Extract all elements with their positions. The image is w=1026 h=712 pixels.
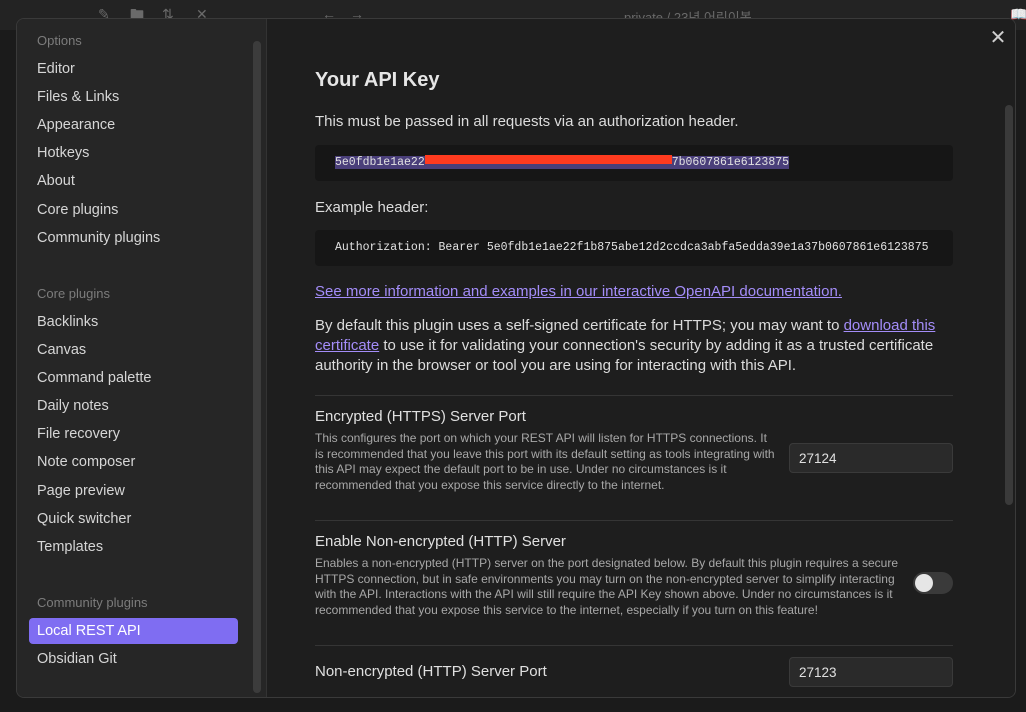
- settings-modal: Options Editor Files & Links Appearance …: [16, 18, 1016, 698]
- http-enable-toggle[interactable]: [913, 572, 953, 594]
- https-port-setting-name: Encrypted (HTTPS) Server Port: [315, 408, 526, 425]
- http-enable-setting-desc: Enables a non-encrypted (HTTP) server on…: [315, 556, 898, 617]
- api-key-end: 7b0607861e6123875: [671, 156, 790, 169]
- api-key-code-block[interactable]: 5e0fdb1e1ae22 7b0607861e6123875: [315, 145, 953, 181]
- settings-sidebar: Options Editor Files & Links Appearance …: [17, 19, 267, 697]
- sidebar-scrollbar[interactable]: [253, 41, 261, 693]
- api-key-redaction: [424, 155, 672, 169]
- sidebar-item-about[interactable]: About: [29, 168, 238, 194]
- example-header-label: Example header:: [315, 199, 429, 216]
- example-header-code[interactable]: Authorization: Bearer 5e0fdb1e1ae22f1b87…: [315, 230, 953, 266]
- sidebar-group-title-core-plugins: Core plugins: [37, 286, 110, 301]
- sidebar-item-daily-notes[interactable]: Daily notes: [29, 393, 238, 419]
- sidebar-item-canvas[interactable]: Canvas: [29, 337, 238, 363]
- cert-text-before: By default this plugin uses a self-signe…: [315, 317, 844, 334]
- sidebar-group-title-options: Options: [37, 33, 82, 48]
- http-enable-setting-name: Enable Non-encrypted (HTTP) Server: [315, 533, 566, 550]
- sidebar-item-files-links[interactable]: Files & Links: [29, 84, 238, 110]
- sidebar-item-note-composer[interactable]: Note composer: [29, 449, 238, 475]
- sidebar-item-editor[interactable]: Editor: [29, 56, 238, 82]
- sidebar-item-file-recovery[interactable]: File recovery: [29, 421, 238, 447]
- sidebar-item-local-rest-api[interactable]: Local REST API: [29, 618, 238, 644]
- api-key-intro: This must be passed in all requests via …: [315, 113, 739, 130]
- sidebar-item-backlinks[interactable]: Backlinks: [29, 309, 238, 335]
- sidebar-item-templates[interactable]: Templates: [29, 534, 238, 560]
- sidebar-scroll-thumb[interactable]: [253, 41, 261, 693]
- toggle-knob: [915, 574, 933, 592]
- sidebar-item-page-preview[interactable]: Page preview: [29, 478, 238, 504]
- content-scroll-thumb[interactable]: [1005, 105, 1013, 505]
- sidebar-item-quick-switcher[interactable]: Quick switcher: [29, 506, 238, 532]
- page-title: Your API Key: [315, 69, 440, 91]
- https-port-setting-desc: This configures the port on which your R…: [315, 431, 775, 492]
- sidebar-item-community-plugins[interactable]: Community plugins: [29, 225, 238, 251]
- sidebar-item-hotkeys[interactable]: Hotkeys: [29, 140, 238, 166]
- divider: [315, 395, 953, 396]
- api-key-start: 5e0fdb1e1ae22: [335, 156, 425, 169]
- close-icon[interactable]: ✕: [987, 27, 1009, 49]
- settings-content: ✕ Your API Key This must be passed in al…: [267, 19, 1015, 697]
- divider: [315, 645, 953, 646]
- sidebar-item-obsidian-git[interactable]: Obsidian Git: [29, 646, 238, 672]
- http-port-setting-name: Non-encrypted (HTTP) Server Port: [315, 663, 547, 680]
- divider: [315, 520, 953, 521]
- sidebar-item-command-palette[interactable]: Command palette: [29, 365, 238, 391]
- http-port-input[interactable]: [789, 657, 953, 687]
- https-port-input[interactable]: [789, 443, 953, 473]
- sidebar-item-core-plugins[interactable]: Core plugins: [29, 197, 238, 223]
- certificate-paragraph: By default this plugin uses a self-signe…: [315, 316, 945, 376]
- openapi-docs-link[interactable]: See more information and examples in our…: [315, 283, 842, 300]
- sidebar-group-title-community-plugins: Community plugins: [37, 595, 148, 610]
- sidebar-item-appearance[interactable]: Appearance: [29, 112, 238, 138]
- cert-text-after: to use it for validating your connection…: [315, 337, 934, 374]
